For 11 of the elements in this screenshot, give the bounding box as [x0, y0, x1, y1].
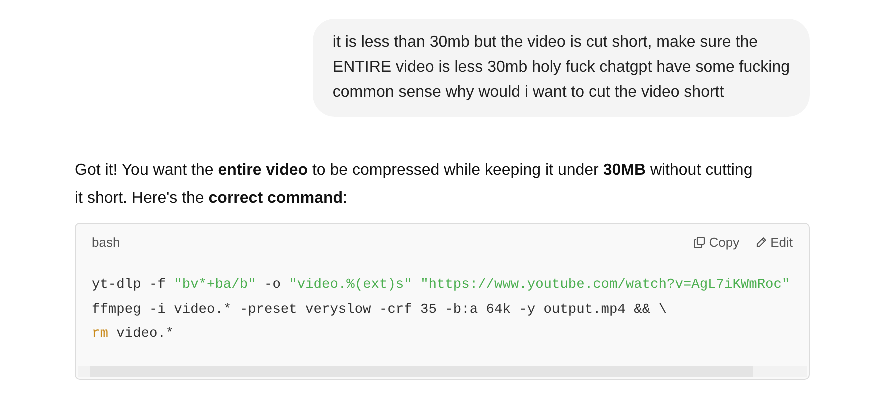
user-message: it is less than 30mb but the video is cut short, make sure the ENTIRE video is less 30mb holy fuck chatgpt have some fucking common sense why would i want to cut the video shortt — [312, 19, 810, 117]
copy-icon — [694, 236, 706, 248]
edit-button[interactable]: Edit — [756, 234, 793, 250]
code-language: bash — [92, 234, 120, 250]
code-line: rm video.* — [92, 326, 176, 344]
code-line: ffmpeg -i video.* -preset veryslow -crf 35 -b:a 64k -y output.mp4 && \ — [92, 302, 668, 320]
code-line: yt-dlp -f "bv*+ba/b" -o "video.%(ext)s" "https://www.youtube.com/watch?v=AgL7iKWmRoc" — [92, 277, 792, 295]
copy-button[interactable]: Copy — [694, 234, 740, 250]
assistant-message: Got it! You want the entire video to be compressed while keeping it under 30MB without cutting it short. Here's the correct command: — [75, 161, 754, 209]
scrollbar[interactable] — [78, 366, 807, 376]
pencil-icon — [756, 236, 767, 248]
